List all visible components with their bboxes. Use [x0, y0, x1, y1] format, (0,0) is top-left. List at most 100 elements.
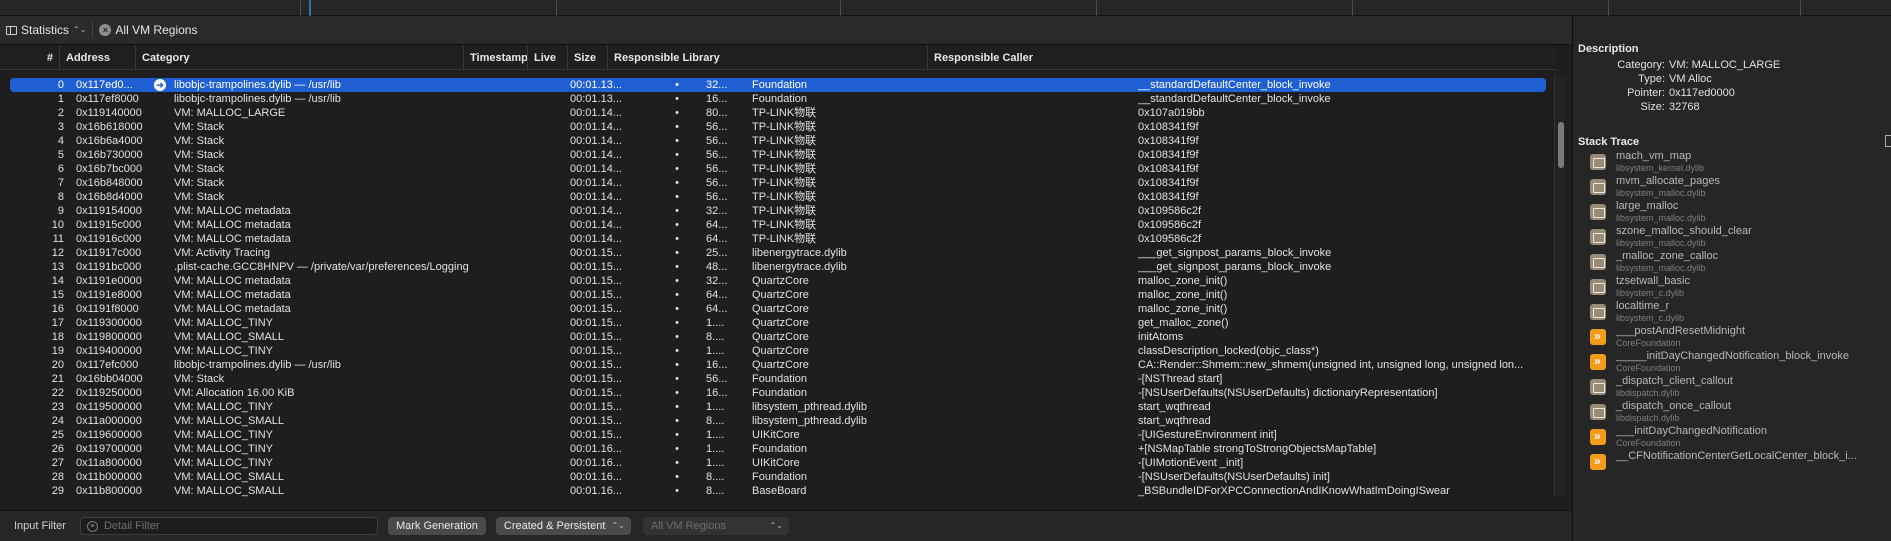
- table-row[interactable]: 2 0x119140000 VM: MALLOC_LARGE 00:01.14... •…: [10, 106, 1546, 120]
- table-row[interactable]: 7 0x16b848000 VM: Stack 00:01.14... • 56... TP…: [10, 176, 1546, 190]
- table-row[interactable]: 23 0x119500000 VM: MALLOC_TINY 00:01.15... •…: [10, 400, 1546, 414]
- table-row[interactable]: 5 0x16b730000 VM: Stack 00:01.14... • 56... TP…: [10, 148, 1546, 162]
- category-cell: VM: MALLOC_SMALL: [168, 484, 564, 498]
- column-header-num[interactable]: #: [0, 46, 60, 70]
- live-cell: •: [654, 232, 700, 246]
- timestamp-cell-text: 00:01.14...: [570, 233, 622, 245]
- view-selector[interactable]: Statistics ⌃⌄: [6, 23, 86, 37]
- stack-frame[interactable]: tzsetwall_basic libsystem_c.dylib: [1590, 275, 1890, 301]
- table-row[interactable]: 19 0x119400000 VM: MALLOC_TINY 00:01.15... •…: [10, 344, 1546, 358]
- table-row[interactable]: 18 0x119800000 VM: MALLOC_SMALL 00:01.15...…: [10, 330, 1546, 344]
- mark-generation-button[interactable]: Mark Generation: [387, 517, 486, 535]
- table-row[interactable]: 21 0x16bb04000 VM: Stack 00:01.15... • 56... F…: [10, 372, 1546, 386]
- stack-frame[interactable]: mvm_allocate_pages libsystem_malloc.dylib: [1590, 175, 1890, 201]
- table-row[interactable]: 11 0x11916c000 VM: MALLOC metadata 00:01.14…: [10, 232, 1546, 246]
- table-row[interactable]: 24 0x11a000000 VM: MALLOC_SMALL 00:01.15...…: [10, 414, 1546, 428]
- region-filter-crumb[interactable]: × All VM Regions: [99, 23, 197, 37]
- column-header-caller[interactable]: Responsible Caller: [928, 46, 1556, 70]
- stack-frame[interactable]: _dispatch_client_callout libdispatch.dyli…: [1590, 375, 1890, 401]
- live-cell: •: [654, 260, 700, 274]
- caller-cell: initAtoms: [1132, 330, 1546, 344]
- table-row[interactable]: 27 0x11a800000 VM: MALLOC_TINY 00:01.16... •…: [10, 456, 1546, 470]
- table-row[interactable]: 13 0x1191bc000 .plist-cache.GCC8HNPV — /pr…: [10, 260, 1546, 274]
- library-cell-text: QuartzCore: [752, 317, 809, 329]
- live-cell-text: •: [675, 289, 679, 301]
- stack-frame[interactable]: ___initDayChangedNotificationCoreFoundat…: [1590, 425, 1890, 451]
- detail-filter-input[interactable]: ≡ Detail Filter: [79, 517, 378, 535]
- table-row[interactable]: 25 0x119600000 VM: MALLOC_TINY 00:01.15... •…: [10, 428, 1546, 442]
- timeline-cursor[interactable]: [309, 0, 311, 16]
- address-cell: 0x11917c000: [70, 246, 168, 260]
- table-row[interactable]: 6 0x16b7bc000 VM: Stack 00:01.14... • 56... TP…: [10, 162, 1546, 176]
- view-selector-label: Statistics: [21, 23, 70, 37]
- row-num-cell-text: 15: [51, 289, 64, 301]
- caller-cell-text: 0x108341f9f: [1138, 135, 1199, 147]
- column-header-live[interactable]: Live: [528, 46, 568, 70]
- stack-frame[interactable]: large_malloc libsystem_malloc.dylib: [1590, 200, 1890, 226]
- row-num-cell-text: 0: [57, 79, 64, 91]
- clear-filter-icon[interactable]: ×: [99, 24, 112, 36]
- size-cell: 16...: [700, 386, 746, 400]
- row-num-cell: 1: [10, 92, 70, 106]
- description-value: 32768: [1669, 101, 1700, 113]
- size-cell: 56...: [700, 162, 746, 176]
- row-num-cell: 19: [10, 344, 70, 358]
- timestamp-cell-text: 00:01.16...: [570, 471, 622, 483]
- table-row[interactable]: 4 0x16b6a4000 VM: Stack 00:01.14... • 56... TP…: [10, 134, 1546, 148]
- address-cell: 0x16b618000: [70, 120, 168, 134]
- table-row[interactable]: 16 0x1191f8000 VM: MALLOC metadata 00:01.15…: [10, 302, 1546, 316]
- stack-frame[interactable]: szone_malloc_should_clear libsystem_mallo…: [1590, 225, 1890, 251]
- table-row[interactable]: 8 0x16b8d4000 VM: Stack 00:01.14... • 56... TP…: [10, 190, 1546, 204]
- scroll-thumb[interactable]: [1558, 122, 1564, 168]
- column-header-size[interactable]: Size: [568, 46, 608, 70]
- timestamp-cell-text: 00:01.14...: [570, 191, 622, 203]
- stack-frame[interactable]: _____initDayChangedNotification_block_in…: [1590, 350, 1890, 376]
- table-scrollbar[interactable]: [1554, 76, 1566, 496]
- address-cell-text: 0x1191e0000: [76, 275, 142, 287]
- focus-arrow-icon[interactable]: ➔: [154, 79, 166, 91]
- timestamp-cell-text: 00:01.14...: [570, 177, 622, 189]
- table-row[interactable]: 12 0x11917c000 VM: Activity Tracing 00:01.1…: [10, 246, 1546, 260]
- panel-toggle-icon[interactable]: [1885, 135, 1891, 147]
- live-cell-text: •: [675, 205, 679, 217]
- library-cell: TP-LINK物联: [746, 190, 1132, 204]
- column-header-library[interactable]: Responsible Library: [608, 46, 928, 70]
- column-header-category[interactable]: Category: [136, 46, 464, 70]
- table-row[interactable]: 3 0x16b618000 VM: Stack 00:01.14... • 56... TP…: [10, 120, 1546, 134]
- table-row[interactable]: 22 0x119250000 VM: Allocation 16.00 KiB 00:…: [10, 386, 1546, 400]
- library-cell-text: QuartzCore: [752, 345, 809, 357]
- row-num-cell: 17: [10, 316, 70, 330]
- stack-frame[interactable]: localtime_r libsystem_c.dylib: [1590, 300, 1890, 326]
- caller-cell: 0x107a019bb: [1132, 106, 1546, 120]
- table-row[interactable]: 20 0x117efc000 libobjc-trampolines.dylib —…: [10, 358, 1546, 372]
- column-header-timestamp[interactable]: Timestamp: [464, 46, 528, 70]
- framework-icon: [1590, 454, 1606, 470]
- table-row[interactable]: 1 0x117ef8000 libobjc-trampolines.dylib — …: [10, 92, 1546, 106]
- row-num-cell: 24: [10, 414, 70, 428]
- stack-frame[interactable]: ___postAndResetMidnightCoreFoundation: [1590, 325, 1890, 351]
- stack-frame[interactable]: _malloc_zone_calloc libsystem_malloc.dyli…: [1590, 250, 1890, 276]
- table-row[interactable]: 29 0x11b800000 VM: MALLOC_SMALL 00:01.16...…: [10, 484, 1546, 498]
- description-row: Pointer: 0x117ed0000: [1573, 87, 1735, 99]
- live-cell: •: [654, 456, 700, 470]
- table-row[interactable]: 26 0x119700000 VM: MALLOC_TINY 00:01.16... •…: [10, 442, 1546, 456]
- category-cell-text: VM: Stack: [174, 121, 225, 133]
- table-row[interactable]: 15 0x1191e8000 VM: MALLOC metadata 00:01.15…: [10, 288, 1546, 302]
- column-header-address[interactable]: Address: [60, 46, 136, 70]
- stack-frame[interactable]: __CFNotificationCenterGetLocalCenter_blo…: [1590, 450, 1890, 476]
- library-cell: libsystem_pthread.dylib: [746, 414, 1132, 428]
- address-cell: 0x1191e0000: [70, 274, 168, 288]
- stack-frame[interactable]: mach_vm_map libsystem_kernel.dylib: [1590, 150, 1890, 176]
- table-row[interactable]: 10 0x11915c000 VM: MALLOC metadata 00:01.14…: [10, 218, 1546, 232]
- table-row[interactable]: 14 0x1191e0000 VM: MALLOC metadata 00:01.15…: [10, 274, 1546, 288]
- library-cell: QuartzCore: [746, 330, 1132, 344]
- table-row[interactable]: 17 0x119300000 VM: MALLOC_TINY 00:01.15... •…: [10, 316, 1546, 330]
- table-row[interactable]: 0 0x117ed0... ➔ libobjc-trampolines.dylib —…: [10, 78, 1546, 92]
- stack-frame[interactable]: _dispatch_once_callout libdispatch.dylib: [1590, 400, 1890, 426]
- allocation-mode-select[interactable]: Created & Persistent ⌃⌄: [495, 517, 631, 535]
- category-cell: VM: MALLOC_TINY: [168, 316, 564, 330]
- table-row[interactable]: 28 0x11b000000 VM: MALLOC_SMALL 00:01.16...…: [10, 470, 1546, 484]
- table-row[interactable]: 9 0x119154000 VM: MALLOC metadata 00:01.14.…: [10, 204, 1546, 218]
- region-type-select[interactable]: All VM Regions ⌃⌄: [642, 517, 789, 535]
- row-num-cell-text: 29: [51, 485, 64, 497]
